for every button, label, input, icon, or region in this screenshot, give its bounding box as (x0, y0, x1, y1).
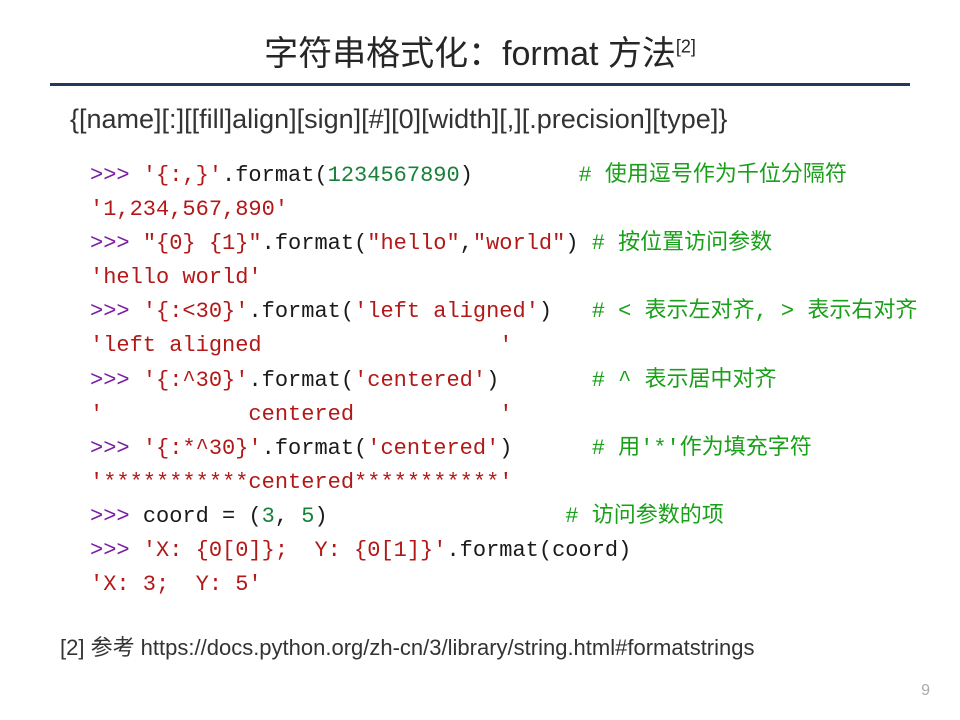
code-str: "{0} {1}" (143, 231, 262, 256)
code-output: 'X: 3; Y: 5' (90, 572, 262, 597)
code-num: 1234567890 (328, 163, 460, 188)
code-comment: # < 表示左对齐, > 表示右对齐 (592, 299, 918, 324)
code-comment: # 访问参数的项 (565, 504, 723, 529)
code-call: .format( (262, 231, 368, 256)
prompt: >>> (90, 299, 143, 324)
code-call: .format( (248, 368, 354, 393)
title-rule (50, 83, 910, 86)
code-comma: , (275, 504, 301, 529)
footnote: [2] 参考 https://docs.python.org/zh-cn/3/l… (60, 630, 755, 662)
code-output: ' centered ' (90, 402, 512, 427)
code-comment: # 使用逗号作为千位分隔符 (579, 163, 847, 188)
code-str: '{:<30}' (143, 299, 249, 324)
code-close: ) (499, 436, 512, 461)
code-num: 3 (262, 504, 275, 529)
prompt: >>> (90, 163, 143, 188)
code-str: 'centered' (367, 436, 499, 461)
code-close: ) (539, 299, 552, 324)
format-syntax: {[name][:][[fill]align][sign][#][0][widt… (70, 104, 910, 135)
code-output: 'hello world' (90, 265, 262, 290)
code-var: coord = ( (143, 504, 262, 529)
slide: 字符串格式化：format 方法[2] {[name][:][[fill]ali… (0, 0, 960, 720)
code-close: ) (314, 504, 327, 529)
prompt: >>> (90, 231, 143, 256)
code-close: ) (486, 368, 499, 393)
prompt: >>> (90, 538, 143, 563)
code-close: ) (565, 231, 578, 256)
prompt: >>> (90, 436, 143, 461)
code-close: ) (460, 163, 473, 188)
code-call: .format( (222, 163, 328, 188)
code-output: '1,234,567,890' (90, 197, 288, 222)
code-call: .format( (248, 299, 354, 324)
code-str: '{:,}' (143, 163, 222, 188)
code-comment: # 用'*'作为填充字符 (592, 436, 812, 461)
title-ref: [2] (676, 37, 696, 57)
code-comment: # ^ 表示居中对齐 (592, 368, 777, 393)
code-call: .format( (262, 436, 368, 461)
code-str: "hello" (367, 231, 459, 256)
code-output: '***********centered***********' (90, 470, 512, 495)
code-str: 'centered' (354, 368, 486, 393)
code-str: '{:^30}' (143, 368, 249, 393)
code-example: >>> '{:,}'.format(1234567890) # 使用逗号作为千位… (90, 159, 910, 602)
prompt: >>> (90, 504, 143, 529)
code-str: '{:*^30}' (143, 436, 262, 461)
title-text: 字符串格式化：format 方法 (264, 35, 676, 73)
prompt: >>> (90, 368, 143, 393)
code-str: 'left aligned' (354, 299, 539, 324)
code-str: "world" (473, 231, 565, 256)
code-comma: , (460, 231, 473, 256)
code-call: .format(coord) (446, 538, 631, 563)
code-str: 'X: {0[0]}; Y: {0[1]}' (143, 538, 447, 563)
code-num: 5 (301, 504, 314, 529)
page-number: 9 (921, 682, 930, 700)
code-comment: # 按位置访问参数 (592, 231, 772, 256)
code-output: 'left aligned ' (90, 333, 512, 358)
page-title: 字符串格式化：format 方法[2] (50, 26, 910, 75)
